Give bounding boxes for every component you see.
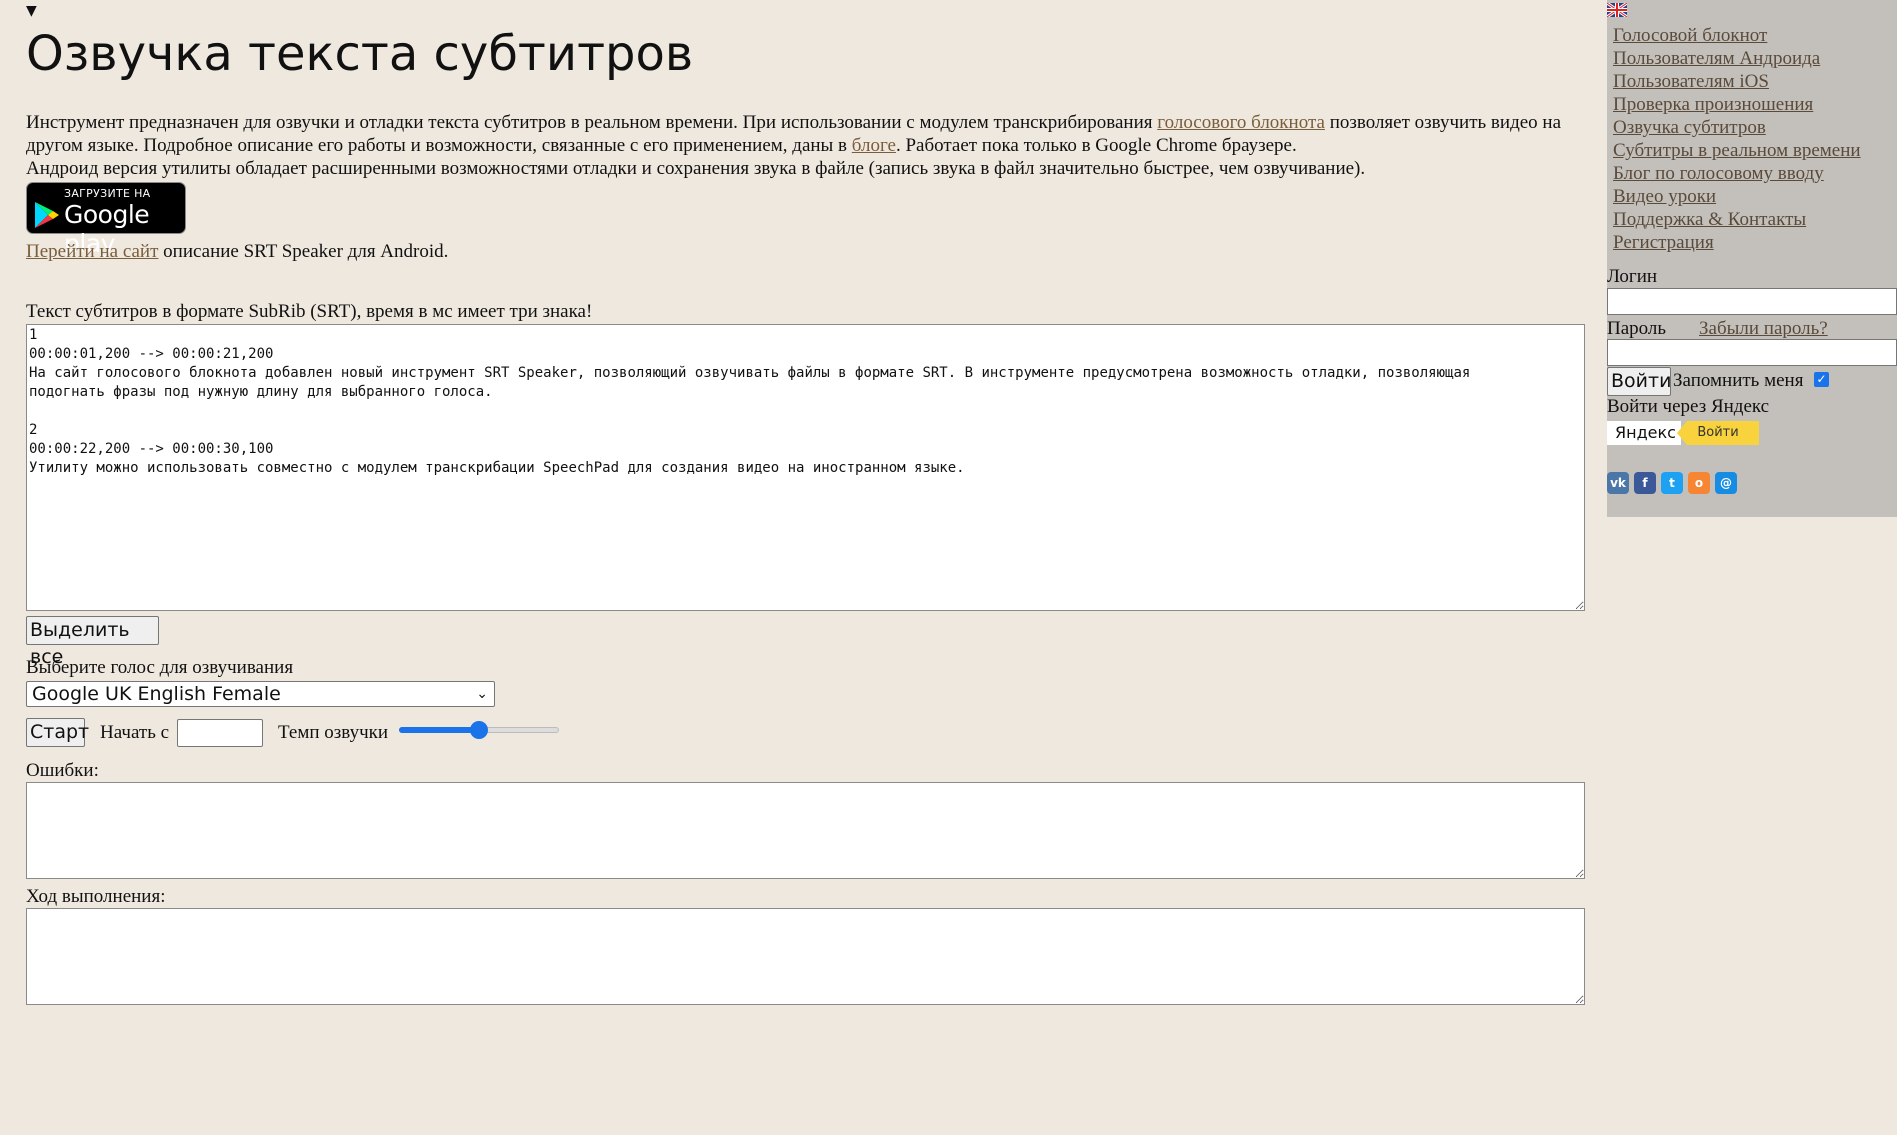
start-button[interactable]: Старт <box>26 718 89 747</box>
voice-notebook-link[interactable]: голосового блокнота <box>1157 112 1325 133</box>
login-button[interactable]: Войти <box>1607 367 1671 396</box>
progress-label: Ход выполнения: <box>26 886 166 907</box>
twitter-icon[interactable]: t <box>1661 472 1683 494</box>
social-share-bar: vk f t o @ <box>1607 472 1742 494</box>
blog-link[interactable]: блоге <box>852 135 896 156</box>
tempo-slider[interactable] <box>399 720 559 740</box>
sidebar-item-ios-users[interactable]: Пользователям iOS <box>1613 70 1861 93</box>
facebook-icon[interactable]: f <box>1634 472 1656 494</box>
login-input[interactable] <box>1607 288 1897 315</box>
remember-me-label: Запомнить меня <box>1673 370 1804 391</box>
sidebar-item-voice-notebook[interactable]: Голосовой блокнот <box>1613 24 1861 47</box>
start-from-label: Начать с <box>100 722 170 743</box>
srt-label: Текст субтитров в формате SubRib (SRT), … <box>26 301 593 322</box>
sidebar-item-video-lessons[interactable]: Видео уроки <box>1613 185 1861 208</box>
yandex-login-button[interactable]: Яндекс Войти <box>1607 421 1759 445</box>
srt-textarea[interactable]: 1 00:00:01,200 --> 00:00:21,200 На сайт … <box>26 324 1585 611</box>
site-link-description: описание SRT Speaker для Android. <box>158 241 449 262</box>
vk-icon[interactable]: vk <box>1607 472 1629 494</box>
chevron-down-icon: ⌄ <box>476 686 488 702</box>
sidebar-item-pronunciation-check[interactable]: Проверка произношения <box>1613 93 1861 116</box>
collapse-marker-icon[interactable]: ▼ <box>26 4 37 18</box>
sidebar-item-android-users[interactable]: Пользователям Андроида <box>1613 47 1861 70</box>
progress-textarea[interactable] <box>26 908 1585 1005</box>
google-play-badge[interactable]: ЗАГРУЗИТЕ НА Google play <box>26 182 186 258</box>
sidebar-item-registration[interactable]: Регистрация <box>1613 231 1861 254</box>
voice-label: Выберите голос для озвучивания <box>26 657 294 678</box>
google-play-icon <box>35 202 59 228</box>
voice-select[interactable]: Google UK English Female ⌄ <box>26 681 495 707</box>
errors-textarea[interactable] <box>26 782 1585 879</box>
errors-label: Ошибки: <box>26 760 99 781</box>
intro-android-text: Андроид версия утилиты обладает расширен… <box>26 158 1366 179</box>
yandex-login-button-label: Войти <box>1677 421 1759 445</box>
intro-text-part3: . Работает пока только в Google Chrome б… <box>895 135 1297 156</box>
remember-me-checkbox[interactable]: ✓ <box>1814 372 1829 387</box>
odnoklassniki-icon[interactable]: o <box>1688 472 1710 494</box>
tempo-slider-thumb[interactable] <box>470 721 488 739</box>
login-label: Логин <box>1607 266 1658 287</box>
forgot-password-link[interactable]: Забыли пароль? <box>1699 318 1828 340</box>
tempo-slider-fill <box>399 727 479 733</box>
intro-text-part1: Инструмент предназначен для озвучки и от… <box>26 112 1158 133</box>
password-label: Пароль <box>1607 318 1667 339</box>
start-from-input[interactable] <box>177 719 263 747</box>
google-play-small-text: ЗАГРУЗИТЕ НА <box>64 187 151 200</box>
tempo-label: Темп озвучки <box>278 722 389 743</box>
sidebar-item-voice-input-blog[interactable]: Блог по голосовому вводу <box>1613 162 1861 185</box>
password-input[interactable] <box>1607 339 1897 366</box>
sidebar-item-support-contacts[interactable]: Поддержка & Контакты <box>1613 208 1861 231</box>
sidebar-item-subtitle-voicing[interactable]: Озвучка субтитров <box>1613 116 1861 139</box>
voice-selected-value: Google UK English Female <box>32 683 281 705</box>
sidebar-nav: Голосовой блокнот Пользователям Андроида… <box>1613 24 1861 254</box>
go-to-site-link[interactable]: Перейти на сайт <box>26 241 158 262</box>
page-title: Озвучка текста субтитров <box>26 26 694 82</box>
mail-ru-icon[interactable]: @ <box>1715 472 1737 494</box>
yandex-logo: Яндекс <box>1607 421 1681 445</box>
site-link-line: Перейти на сайт описание SRT Speaker для… <box>26 241 448 263</box>
sidebar-item-realtime-subtitles[interactable]: Субтитры в реальном времени <box>1613 139 1861 162</box>
select-all-button[interactable]: Выделить все <box>26 616 159 668</box>
yandex-login-label: Войти через Яндекс <box>1607 396 1770 417</box>
intro-text: Инструмент предназначен для озвучки и от… <box>26 111 1591 180</box>
uk-flag-icon[interactable] <box>1607 3 1627 17</box>
